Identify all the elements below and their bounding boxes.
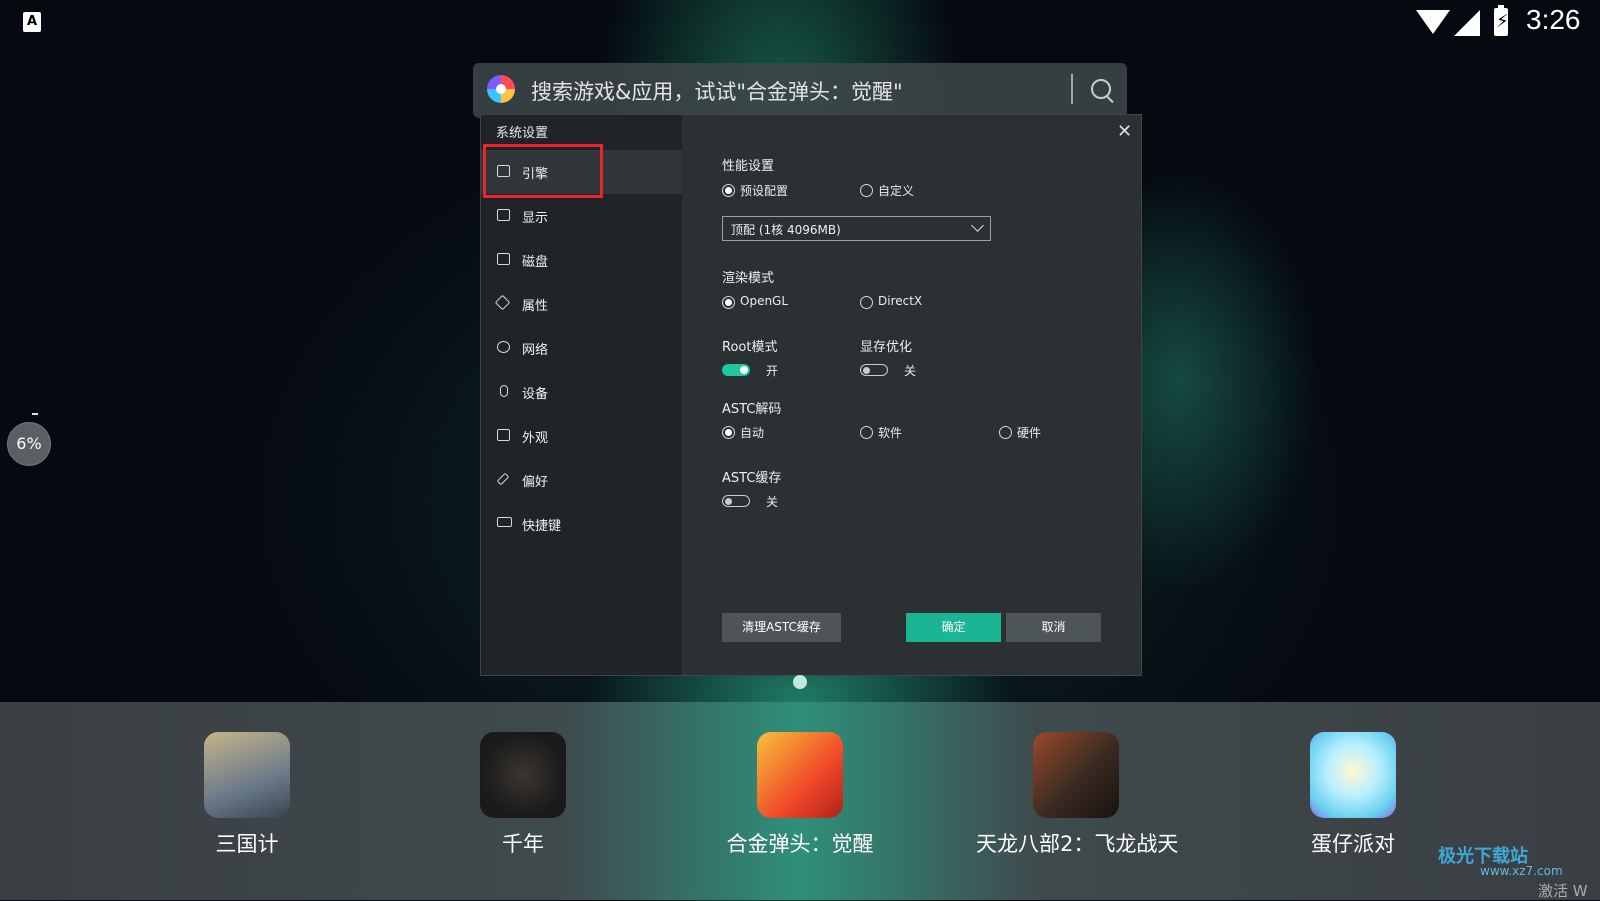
activate-windows-text: 激活 W [1538,882,1588,900]
radio-dot [860,184,873,197]
radio-label: OpenGL [740,294,789,308]
astc-cache-title: ASTC缓存 [722,471,782,486]
system-settings-dialog: 系统设置 引擎 显示 磁盘 属性 网络 设备 外观 偏好 快捷键 ✕ 性能设置 … [480,114,1142,676]
app-name: 三国计 [215,832,279,856]
badge-indicator [32,413,38,415]
astc-decode-title: ASTC解码 [722,402,782,417]
app-icon [757,732,843,818]
astc-cache-state: 关 [766,495,779,509]
sidebar-item-network[interactable]: 网络 [481,326,682,370]
cancel-button[interactable]: 取消 [1006,613,1101,642]
sidebar-item-label: 设备 [522,387,549,402]
radio-dot [722,296,735,309]
settings-sidebar: 系统设置 引擎 显示 磁盘 属性 网络 设备 外观 偏好 快捷键 [481,115,682,675]
radio-dot [722,184,735,197]
sidebar-item-properties[interactable]: 属性 [481,282,682,326]
chevron-down-icon [971,219,984,232]
app-name: 千年 [502,832,544,856]
sidebar-item-label: 网络 [522,343,549,358]
app-sanguoji[interactable]: 三国计 [147,732,347,892]
search-divider [1071,74,1073,104]
sidebar-item-label: 磁盘 [522,255,549,270]
sidebar-item-label: 偏好 [522,475,549,490]
engine-settings-panel: 性能设置 预设配置 自定义 顶配 (1核 4096MB) 渲染模式 OpenGL… [682,115,1141,675]
radio-dot [722,426,735,439]
signal-icon [1454,10,1480,36]
wrench-icon [496,472,510,486]
sidebar-item-label: 属性 [522,299,549,314]
app-icon [204,732,290,818]
app-metal-slug[interactable]: 合金弹头：觉醒 [700,732,900,892]
performance-percent-badge[interactable]: 6% [7,422,51,466]
radio-dot [860,426,873,439]
window-icon [497,429,510,441]
astc-cache-toggle[interactable] [722,495,750,507]
select-value: 顶配 (1核 4096MB) [731,223,841,237]
clock: 3:26 [1526,4,1581,35]
radio-dot [860,296,873,309]
annotation-highlight-box [483,144,603,198]
performance-title: 性能设置 [722,159,775,174]
radio-label: DirectX [878,294,923,308]
dialog-title: 系统设置 [496,126,549,141]
tag-icon [494,294,511,311]
wifi-icon [1416,10,1450,34]
render-mode-title: 渲染模式 [722,271,775,286]
status-bar: A ⚡ 3:26 [0,0,1600,46]
sidebar-item-device[interactable]: 设备 [481,370,682,414]
radio-label: 硬件 [1017,426,1042,440]
sidebar-item-label: 外观 [522,431,549,446]
radio-label: 预设配置 [740,184,789,198]
root-mode-title: Root模式 [722,340,778,355]
app-icon [1310,732,1396,818]
vram-optimize-toggle[interactable] [860,364,888,376]
vram-optimize-state: 关 [904,364,917,378]
microphone-icon [500,385,508,397]
globe-icon [497,341,510,353]
sidebar-item-label: 显示 [522,211,549,226]
app-icon [1033,732,1119,818]
sidebar-item-display[interactable]: 显示 [481,194,682,238]
app-store-logo-icon [487,75,515,103]
watermark-url: www.xz7.com [1480,864,1563,878]
app-dock: 三国计 千年 合金弹头：觉醒 天龙八部2：飞龙战天 蛋仔派对 [0,702,1600,900]
ok-button[interactable]: 确定 [906,613,1001,642]
sidebar-item-label: 快捷键 [522,519,562,534]
search-icon[interactable] [1091,79,1111,99]
app-name: 天龙八部2：飞龙战天 [976,832,1179,856]
radio-label: 软件 [878,426,903,440]
battery-icon: ⚡ [1494,5,1509,36]
radio-label: 自动 [740,426,765,440]
notification-a-icon: A [23,12,41,32]
clear-astc-cache-button[interactable]: 清理ASTC缓存 [722,613,841,642]
page-indicator [793,675,807,689]
app-icon [480,732,566,818]
search-bar[interactable]: 搜索游戏&应用，试试"合金弹头：觉醒" [473,63,1127,118]
sidebar-item-shortcuts[interactable]: 快捷键 [481,502,682,546]
app-name: 蛋仔派对 [1311,832,1395,856]
performance-preset-select[interactable]: 顶配 (1核 4096MB) [722,216,991,241]
app-qiannian[interactable]: 千年 [423,732,623,892]
root-mode-toggle[interactable] [722,364,750,376]
app-eggy-party[interactable]: 蛋仔派对 [1253,732,1453,892]
keyboard-icon [497,517,512,527]
app-name: 合金弹头：觉醒 [726,832,874,856]
radio-label: 自定义 [878,184,915,198]
sidebar-item-preferences[interactable]: 偏好 [481,458,682,502]
app-tianlong[interactable]: 天龙八部2：飞龙战天 [976,732,1179,892]
disk-icon [497,253,510,265]
monitor-icon [497,209,510,221]
radio-dot [999,426,1012,439]
vram-optimize-title: 显存优化 [860,340,913,355]
search-placeholder[interactable]: 搜索游戏&应用，试试"合金弹头：觉醒" [531,76,903,106]
root-mode-state: 开 [766,364,779,378]
sidebar-item-appearance[interactable]: 外观 [481,414,682,458]
sidebar-item-disk[interactable]: 磁盘 [481,238,682,282]
